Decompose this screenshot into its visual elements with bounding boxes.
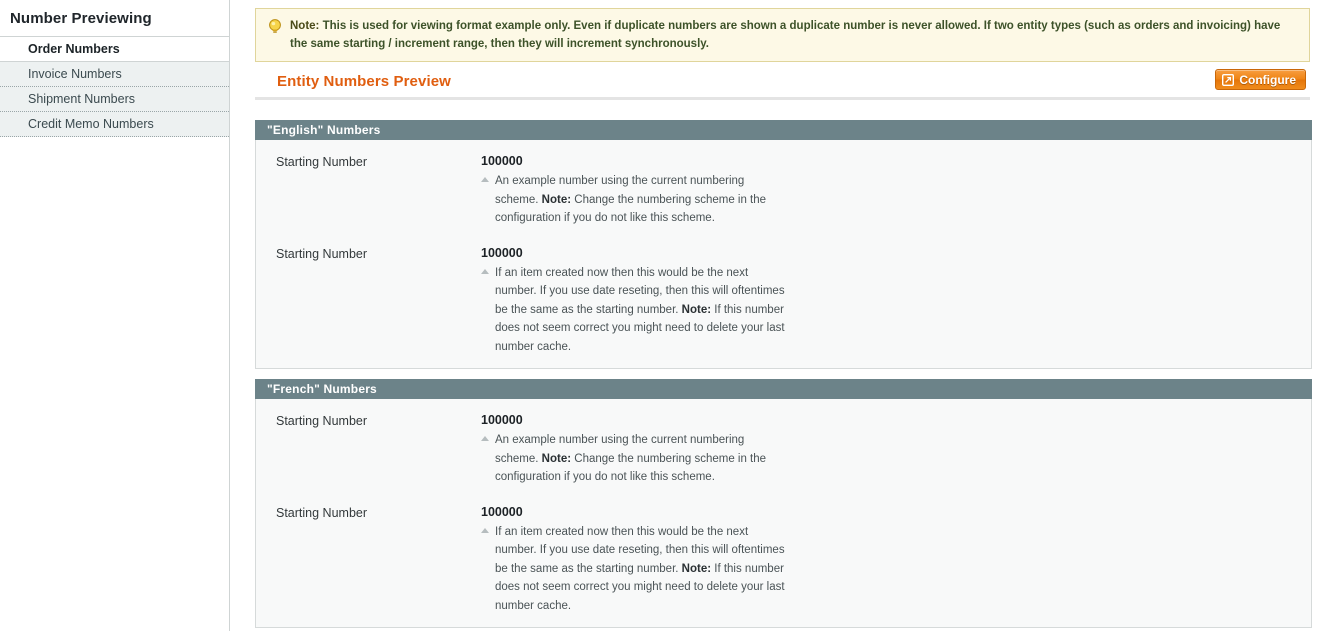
- main-content: Note: This is used for viewing format ex…: [248, 0, 1321, 631]
- sidebar-item-shipment-numbers[interactable]: Shipment Numbers: [0, 87, 229, 112]
- page-root: Number Previewing Order Numbers Invoice …: [0, 0, 1321, 631]
- sidebar-item-order-numbers[interactable]: Order Numbers: [0, 37, 229, 62]
- hint-note-label: Note:: [541, 452, 572, 465]
- field-row: Starting Number 100000 If an item create…: [256, 505, 1311, 616]
- title-divider: [255, 97, 1310, 100]
- field-label: Starting Number: [276, 505, 368, 520]
- external-window-icon: [1222, 73, 1235, 86]
- field-label: Starting Number: [276, 155, 368, 169]
- hint-triangle-icon: [481, 268, 489, 274]
- hint-note-label: Note:: [541, 193, 572, 206]
- field-hint: An example number using the current numb…: [481, 431, 786, 487]
- field-value-group: 100000 An example number using the curre…: [481, 154, 1311, 228]
- field-label: Starting Number: [276, 414, 368, 428]
- field-value-group: 100000 An example number using the curre…: [481, 413, 1311, 487]
- note-label: Note:: [290, 20, 320, 32]
- field-row: Starting Number 100000 An example number…: [256, 413, 1311, 487]
- page-header: Entity Numbers Preview Configure: [255, 66, 1310, 100]
- note-text: Note: This is used for viewing format ex…: [290, 17, 1299, 53]
- field-row: Starting Number 100000 An example number…: [256, 154, 1311, 228]
- sidebar-item-invoice-numbers[interactable]: Invoice Numbers: [0, 62, 229, 87]
- field-row: Starting Number 100000 If an item create…: [256, 246, 1311, 357]
- sidebar: Number Previewing Order Numbers Invoice …: [0, 0, 230, 631]
- field-value: 100000: [481, 413, 523, 427]
- panel-french-body: Starting Number 100000 An example number…: [255, 399, 1312, 628]
- field-value: 100000: [481, 245, 523, 260]
- field-hint: If an item created now then this would b…: [481, 523, 786, 616]
- field-hint: If an item created now then this would b…: [481, 264, 786, 357]
- hint-note-label: Note:: [681, 303, 712, 316]
- field-hint: An example number using the current numb…: [481, 172, 786, 228]
- field-value: 100000: [481, 154, 523, 168]
- field-value-group: 100000 If an item created now then this …: [481, 505, 1311, 616]
- lightbulb-icon: [269, 19, 281, 33]
- page-title: Entity Numbers Preview: [277, 73, 451, 90]
- configure-button-label: Configure: [1239, 72, 1296, 87]
- hint-triangle-icon: [481, 436, 489, 441]
- panel-french-numbers: "French" Numbers Starting Number 100000 …: [255, 379, 1312, 628]
- hint-triangle-icon: [481, 527, 489, 533]
- panel-english-numbers: "English" Numbers Starting Number 100000…: [255, 120, 1312, 369]
- panel-english-header: "English" Numbers: [255, 120, 1312, 140]
- field-label: Starting Number: [276, 246, 368, 261]
- sidebar-title: Number Previewing: [0, 0, 229, 37]
- configure-button[interactable]: Configure: [1215, 69, 1306, 90]
- panel-english-body: Starting Number 100000 An example number…: [255, 140, 1312, 369]
- note-body: This is used for viewing format example …: [290, 20, 1281, 50]
- hint-triangle-icon: [481, 177, 489, 182]
- panel-french-header: "French" Numbers: [255, 379, 1312, 399]
- hint-note-label: Note:: [681, 562, 712, 575]
- field-value: 100000: [481, 504, 523, 519]
- note-banner: Note: This is used for viewing format ex…: [255, 8, 1310, 62]
- field-value-group: 100000 If an item created now then this …: [481, 246, 1311, 357]
- sidebar-nav-list: Order Numbers Invoice Numbers Shipment N…: [0, 37, 229, 137]
- sidebar-item-credit-memo-numbers[interactable]: Credit Memo Numbers: [0, 112, 229, 137]
